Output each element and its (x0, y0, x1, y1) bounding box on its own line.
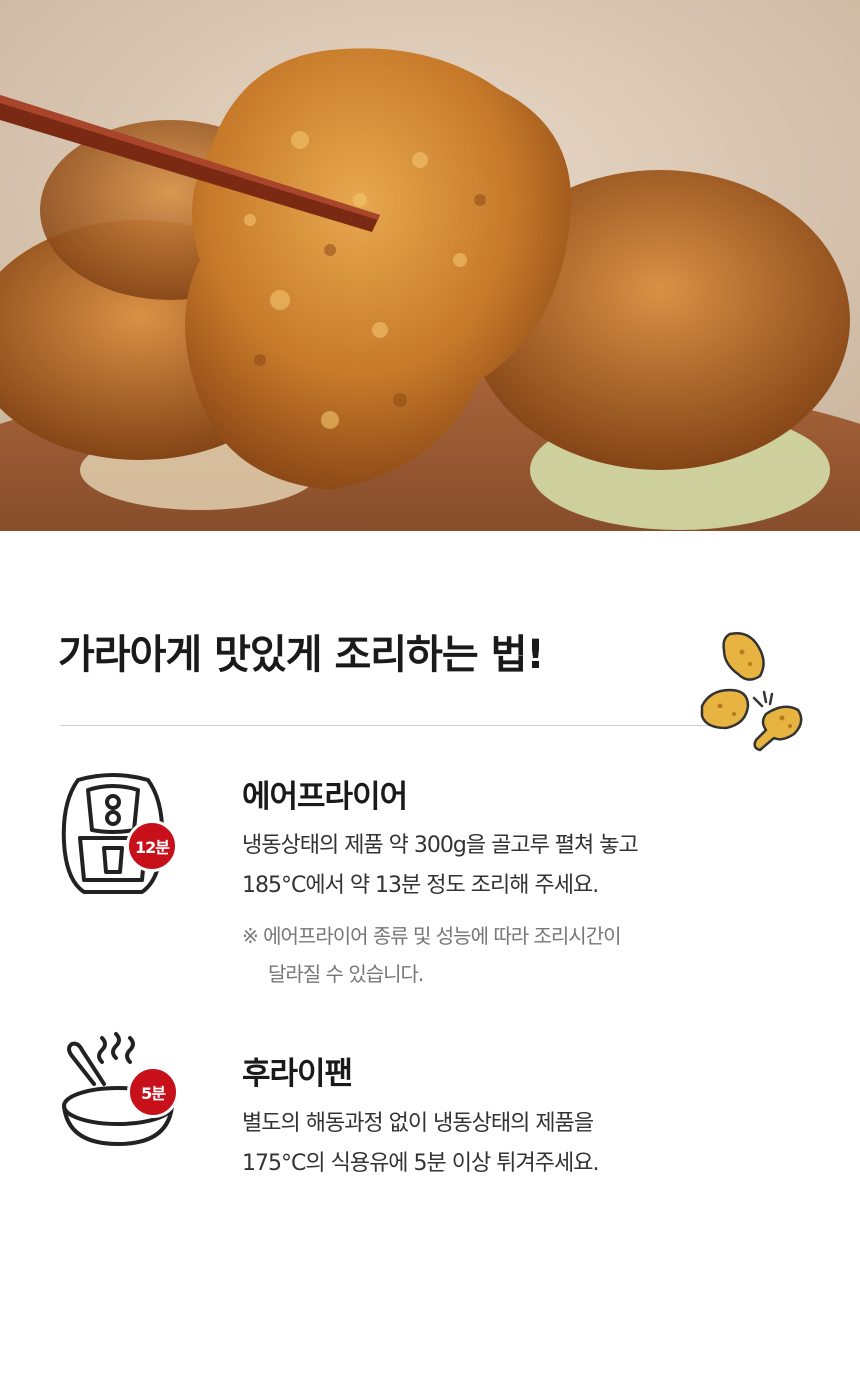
method-desc-line: 185°C에서 약 13분 정도 조리해 주세요. (242, 873, 599, 898)
method-desc-line: 냉동상태의 제품 약 300g을 골고루 펼쳐 놓고 (242, 833, 639, 858)
method-note-text: 달라질 수 있습니다. (268, 962, 424, 986)
hero-photo (0, 0, 860, 531)
fried-chicken-photo (0, 0, 860, 531)
method-title-frying-pan: 후라이팬 (242, 1056, 353, 1092)
method-note-line: 달라질 수 있습니다. (242, 955, 424, 993)
divider (60, 725, 720, 726)
time-badge: 12분 (126, 820, 178, 872)
page-title: 가라아게 맛있게 조리하는 법! (58, 632, 545, 678)
method-title-air-fryer: 에어프라이어 (242, 779, 408, 815)
method-desc-line: 별도의 해동과정 없이 냉동상태의 제품을 (242, 1111, 594, 1136)
time-badge: 5분 (127, 1066, 179, 1118)
method-note-line: ※ 에어프라이어 종류 및 성능에 따라 조리시간이 (242, 924, 622, 948)
chicken-pieces-icon (690, 622, 820, 766)
method-desc-line: 175°C의 식용유에 5분 이상 튀겨주세요. (242, 1151, 599, 1176)
